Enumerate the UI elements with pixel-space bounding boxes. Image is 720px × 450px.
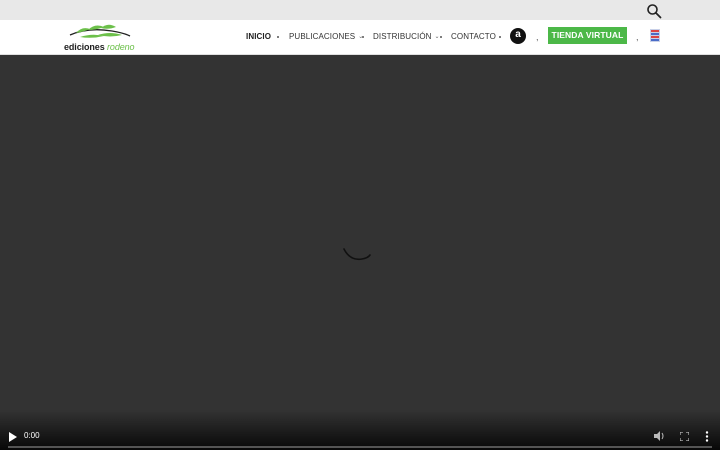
logo-text: ediciones rodeno [64, 42, 135, 52]
nav-item-inicio[interactable]: INICIO [246, 32, 271, 41]
nav-item-contacto[interactable]: CONTACTO [451, 32, 496, 41]
nav-item-distribucion[interactable]: DISTRIBUCIÓN ⌄ [373, 32, 440, 41]
logo-text-main: ediciones [64, 42, 105, 52]
nav-item-publicaciones[interactable]: PUBLICACIONES ⌄ [289, 32, 363, 41]
top-bar [0, 0, 720, 20]
chevron-down-icon: ⌄ [434, 34, 440, 40]
more-options-icon[interactable] [705, 431, 709, 442]
separator-comma: , [636, 32, 639, 42]
nav-item-label: PUBLICACIONES [289, 32, 356, 41]
video-time: 0:00 [24, 431, 40, 440]
loading-spinner-icon [343, 248, 371, 261]
nav-separator [362, 36, 364, 38]
video-controls [0, 410, 720, 450]
play-icon[interactable] [8, 432, 18, 442]
nav-separator [499, 36, 501, 38]
main-navbar: ediciones rodeno INICIO PUBLICACIONES ⌄ D… [0, 20, 720, 55]
logo-leaves-icon [69, 24, 131, 38]
site-logo[interactable]: ediciones rodeno [62, 23, 142, 53]
amazon-icon[interactable]: a [510, 28, 526, 44]
logo-text-accent: rodeno [107, 42, 135, 52]
nav-item-label: DISTRIBUCIÓN [373, 32, 432, 41]
video-progress-bar[interactable] [8, 446, 712, 448]
nav-separator [440, 36, 442, 38]
tienda-virtual-button[interactable]: TIENDA VIRTUAL [548, 27, 627, 44]
volume-icon[interactable] [654, 431, 665, 441]
nav-separator [277, 36, 279, 38]
separator-comma: , [536, 32, 539, 42]
flag-icon[interactable] [650, 29, 660, 42]
search-icon[interactable] [646, 3, 662, 19]
fullscreen-icon[interactable] [680, 432, 689, 441]
